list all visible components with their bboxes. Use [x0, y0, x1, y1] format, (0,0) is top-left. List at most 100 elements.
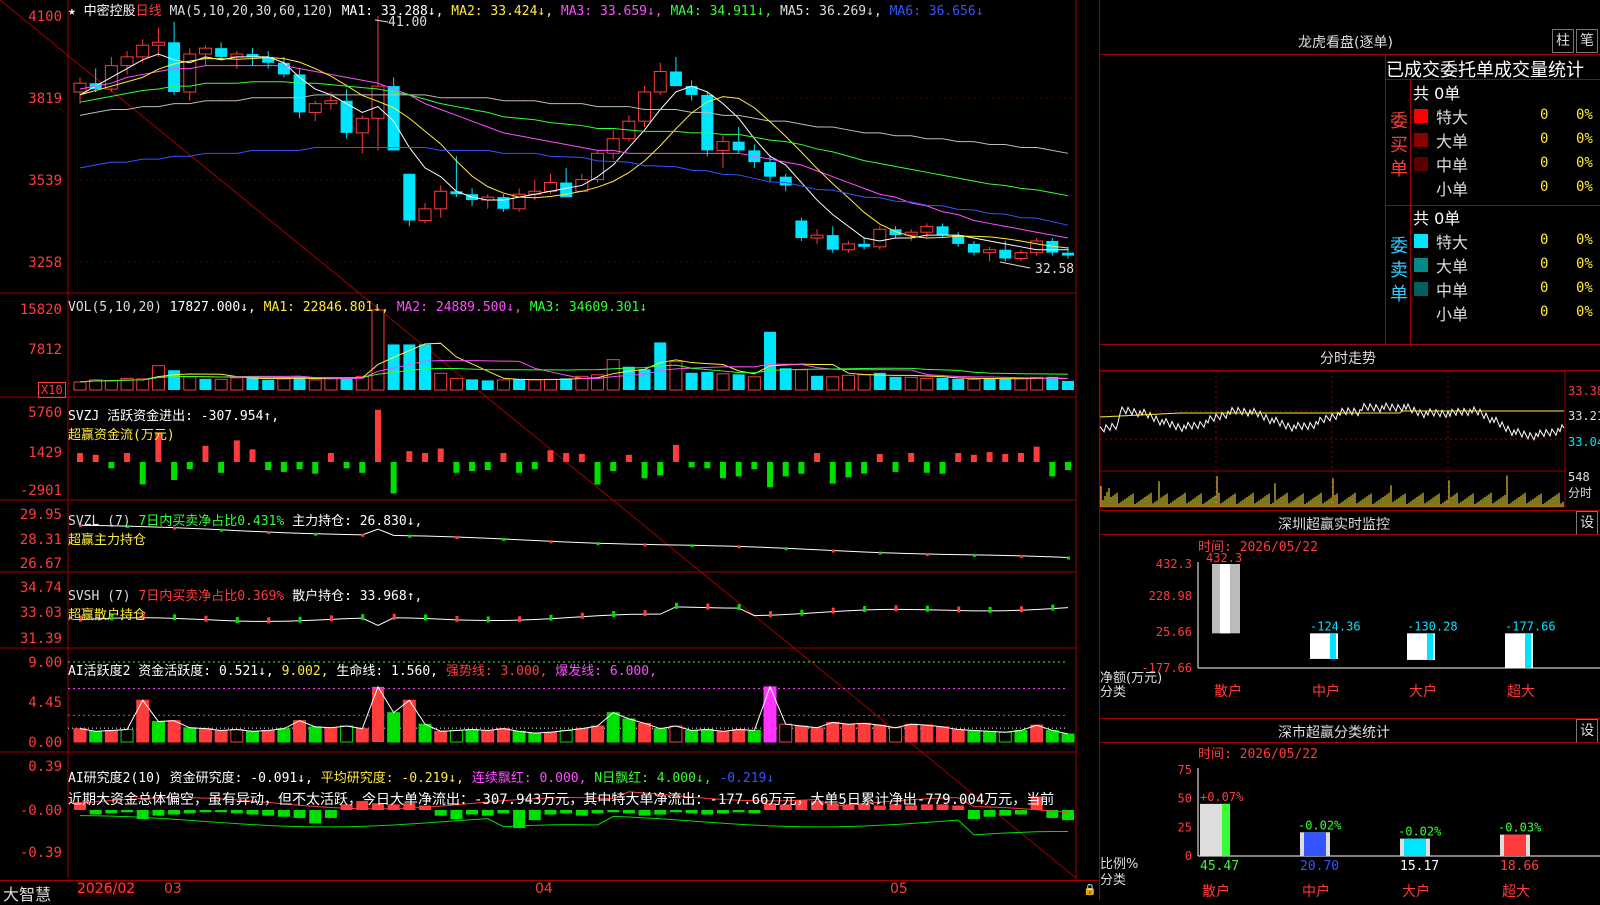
svsh-axis-label: 31.39 — [20, 631, 62, 647]
order-count: 0 — [1540, 155, 1549, 171]
active-bar — [1030, 724, 1044, 743]
svsh-tick — [988, 606, 992, 613]
svzl-dot — [1067, 556, 1070, 560]
volume-bar — [701, 371, 714, 390]
research-bar — [230, 810, 243, 814]
kline-chart-area[interactable]: 4100 3819 3539 3258 15820 7812 5760 1429 -2901 29… — [0, 0, 1100, 900]
volume-bar — [528, 379, 542, 391]
fund-flow-bar — [500, 453, 507, 462]
order-size-color-swatch — [1414, 282, 1428, 296]
svzl-axis-label: 29.95 — [20, 507, 62, 523]
volume-bar — [324, 377, 338, 391]
svzl-dot — [502, 538, 506, 542]
fund-flow-bar — [453, 462, 460, 473]
active-bar — [465, 729, 479, 743]
moving-average-lines — [79, 53, 1069, 251]
active-bar — [418, 723, 432, 743]
stats-bar-chart[interactable]: 75 50 25 0 +0.07% 45.47 散户 -0.02% 20.70 中户 -0.02% 1… — [1100, 756, 1600, 900]
ai-active-axis-label: 4.45 — [28, 695, 62, 711]
fund-flow-bar — [124, 453, 131, 462]
fund-flow-bar — [610, 462, 617, 471]
active-bar — [89, 730, 103, 743]
active-bar — [826, 721, 840, 743]
fund-flow-bar — [845, 462, 852, 478]
tick-view-button[interactable]: 笔 — [1576, 29, 1598, 53]
candle-body — [920, 225, 934, 233]
volume-bar — [513, 378, 526, 390]
monitor-category-label: 中户 — [1312, 683, 1340, 700]
order-count: 0 — [1540, 131, 1549, 147]
stats-settings-button[interactable]: 设 — [1576, 719, 1598, 743]
fund-flow-bar — [704, 462, 711, 469]
candle-body — [936, 226, 949, 236]
volume-axis-label: 15820 — [20, 302, 62, 318]
fund-flow-bar — [406, 451, 413, 462]
order-percent: 0% — [1576, 304, 1593, 320]
svsh-holding: 散户持仓: 33.968↑, — [292, 589, 423, 604]
favorite-star-icon[interactable]: ★ — [68, 4, 76, 19]
fund-flow-bar — [563, 453, 570, 462]
active-bar — [888, 727, 902, 743]
ma-params: MA(5,10,20,30,60,120) — [169, 4, 334, 19]
research-bar — [591, 810, 604, 814]
fund-flow-bar — [249, 449, 256, 462]
lock-icon[interactable]: 🔒 — [1083, 883, 1097, 896]
order-count: 0 — [1540, 280, 1549, 296]
stats-bar-group: -0.03% 18.66 超大 — [1498, 821, 1542, 900]
active-bar — [967, 729, 981, 743]
fund-flow-bar — [688, 462, 695, 468]
fund-flow-value: SVZJ 活跃资金进出: -307.954↑, — [68, 409, 280, 424]
monitor-settings-button[interactable]: 设 — [1576, 511, 1598, 535]
volume-bar — [403, 344, 416, 390]
order-percent: 0% — [1576, 232, 1593, 248]
volume-bar — [199, 378, 212, 390]
fund-flow-bar — [578, 453, 585, 462]
volume-bar — [183, 376, 197, 391]
stats-value-label: 18.66 — [1500, 859, 1539, 874]
stats-bar-group: +0.07% 45.47 散户 — [1200, 790, 1244, 900]
stock-name[interactable]: 中密控股 — [84, 4, 136, 19]
ma5-value: MA5: 36.269↓, — [780, 4, 882, 19]
candle-body — [308, 103, 322, 113]
column-view-button[interactable]: 柱 — [1552, 29, 1574, 53]
active-bar — [1045, 729, 1059, 743]
volume-ma-lines — [79, 342, 1069, 383]
research-value: AI研究度2(10) 资金研究度: -0.091↓, — [68, 771, 313, 786]
fund-flow-bar — [970, 454, 977, 462]
volume-bar — [496, 379, 510, 391]
active-bar — [434, 730, 448, 743]
volume-bar — [543, 378, 557, 391]
active-bar — [747, 729, 761, 743]
volume-bar — [779, 368, 792, 390]
price-axis-label: 3539 — [28, 173, 62, 189]
svsh-tick — [1019, 606, 1023, 613]
fund-flow-bar — [923, 462, 930, 473]
candle-body — [198, 47, 212, 55]
stats-unit-label: 比例% — [1100, 857, 1138, 872]
fund-flow-bar — [829, 462, 836, 484]
monitor-bar-group: -130.28 大户 — [1407, 619, 1458, 700]
volume-bar — [936, 377, 949, 390]
monitor-bar-chart[interactable]: 432.3228.9825.66-177.66432.3散户-124.36中户-… — [1100, 550, 1600, 718]
period-label[interactable]: 日线 — [136, 4, 162, 19]
stats-bar-accent — [1222, 803, 1230, 856]
volume-unit-badge[interactable]: X10 — [38, 382, 66, 398]
svsh-ratio: 7日内买卖净占比0.369% — [138, 589, 285, 604]
main-force-header: SVZL (7) 7日内买卖净占比0.431% 主力持仓: 26.830↓, 超… — [68, 510, 422, 548]
stats-value-label: 20.70 — [1300, 859, 1339, 874]
intraday-chart[interactable]: 33.38 33.21 33.04 548 分时 — [1100, 371, 1600, 509]
fund-flow-bar — [1065, 462, 1071, 471]
monitor-bar-value: -130.28 — [1407, 619, 1458, 633]
svsh-tick — [612, 610, 616, 617]
monitor-bar-value: 432.3 — [1206, 551, 1242, 565]
order-count: 0 — [1540, 107, 1549, 123]
research-bar — [324, 810, 337, 818]
volume-bar — [1014, 377, 1028, 391]
candle-body — [151, 41, 165, 46]
svsh-tick — [769, 611, 773, 618]
ai-active-value2: 9.002, — [281, 664, 329, 679]
volume-bar — [340, 377, 353, 390]
fund-flow-bar — [735, 462, 742, 477]
svzl-dot — [925, 553, 929, 556]
fund-flow-bar — [92, 454, 99, 462]
